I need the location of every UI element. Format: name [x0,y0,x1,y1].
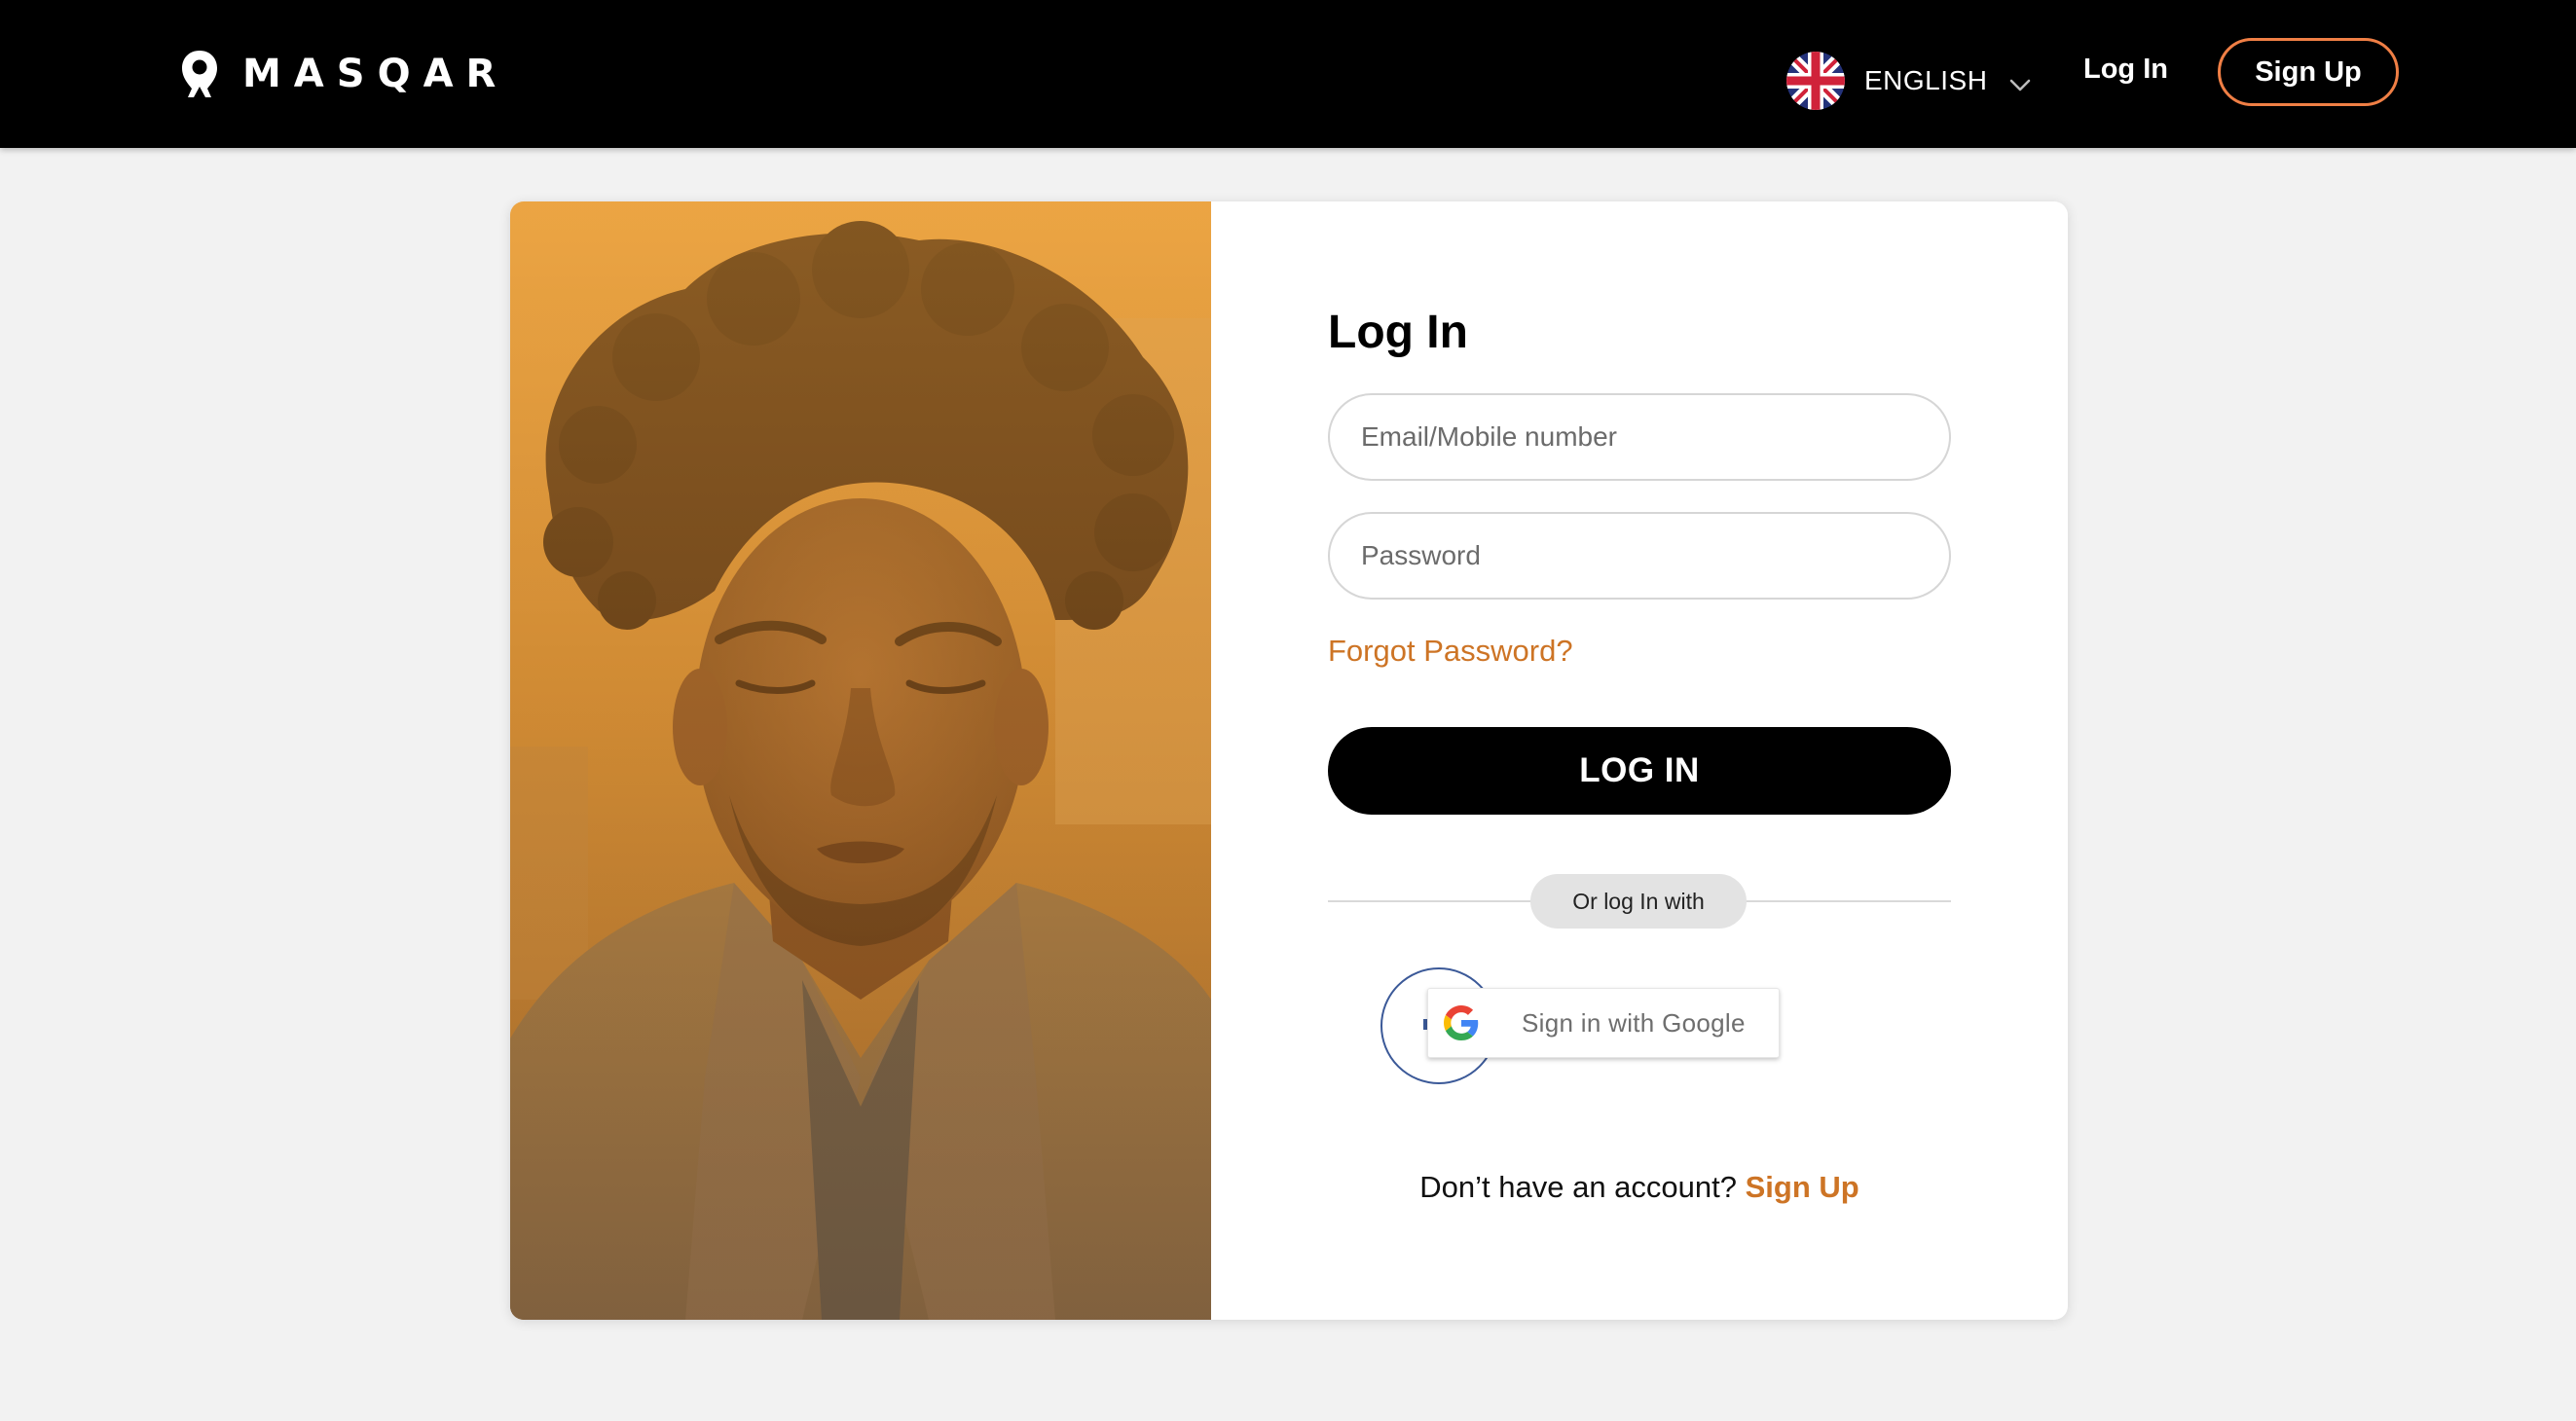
signup-prompt-text: Don’t have an account? [1419,1170,1737,1204]
brand-logo[interactable]: MASQAR [178,47,508,101]
login-title: Log In [1328,307,1468,358]
top-navigation-bar: MASQAR ENGLISH Log In Sign Up [0,0,2576,148]
uk-flag-icon [1786,52,1845,110]
hero-photo [510,201,1211,1320]
header-login-link[interactable]: Log In [2083,49,2168,90]
password-field[interactable] [1328,512,1951,600]
google-signin-button[interactable]: Sign in with Google [1427,988,1780,1058]
signup-prompt: Don’t have an account? Sign Up [1211,1165,2068,1210]
email-field[interactable] [1328,393,1951,481]
language-selector[interactable]: ENGLISH [1786,51,2032,111]
signup-link[interactable]: Sign Up [1746,1170,1859,1204]
google-g-icon [1444,1005,1479,1040]
login-card: Log In Forgot Password? LOG IN Or log In… [510,201,2068,1320]
language-label: ENGLISH [1864,65,1988,95]
social-divider-label: Or log In with [1530,874,1747,929]
google-signin-label: Sign in with Google [1522,1007,1746,1038]
login-button[interactable]: LOG IN [1328,727,1951,815]
brand-name: MASQAR [242,52,509,96]
login-form: Log In Forgot Password? LOG IN Or log In… [1211,201,2068,1320]
portrait-illustration [510,201,1211,1320]
location-pin-icon [182,51,217,97]
header-signup-button[interactable]: Sign Up [2218,38,2399,106]
chevron-down-icon [2010,79,2031,91]
forgot-password-link[interactable]: Forgot Password? [1328,630,1573,673]
